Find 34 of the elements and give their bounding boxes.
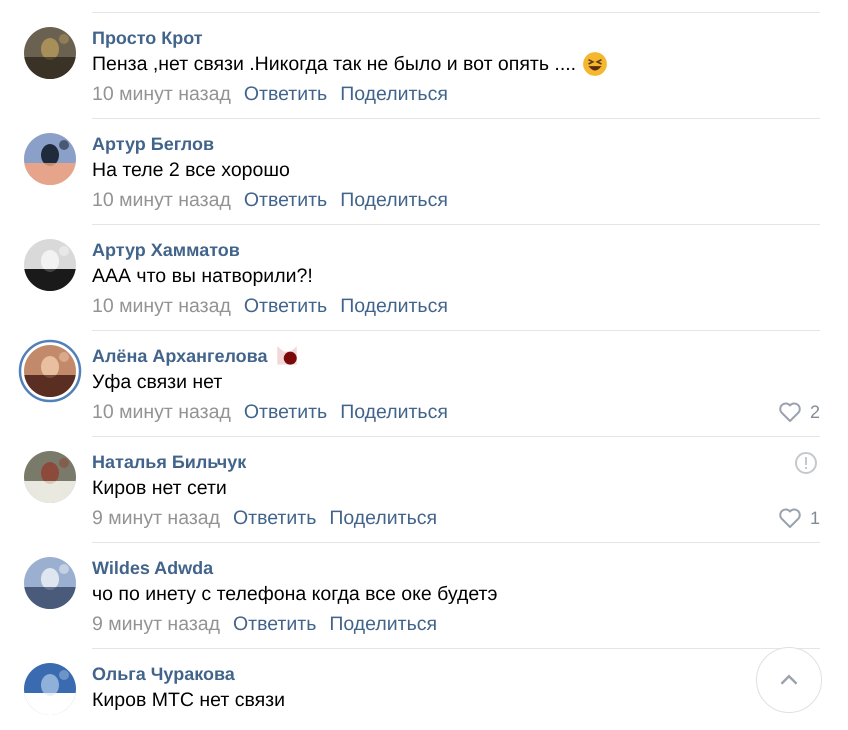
author-name[interactable]: Артур Беглов xyxy=(92,134,214,154)
reply-link[interactable]: Ответить xyxy=(244,189,328,212)
comment-time: 10 минут назад xyxy=(92,189,231,212)
comment-time: 9 минут назад xyxy=(92,507,220,530)
comment-time: 10 минут назад xyxy=(92,83,231,106)
reply-link[interactable]: Ответить xyxy=(233,613,316,636)
share-link[interactable]: Поделиться xyxy=(340,189,448,212)
author-name[interactable]: Алёна Архангелова xyxy=(92,346,268,366)
author-name[interactable]: Артур Хамматов xyxy=(92,240,240,260)
comment-text: На теле 2 все хорошо xyxy=(92,158,290,182)
share-link[interactable]: Поделиться xyxy=(340,401,448,424)
comment-text: Уфа связи нет xyxy=(92,370,222,394)
comment-time: 9 минут назад xyxy=(92,613,220,636)
comment-time: 10 минут назад xyxy=(92,401,231,424)
share-link[interactable]: Поделиться xyxy=(340,295,448,318)
author-name[interactable]: Ольга Чуракова xyxy=(92,664,235,684)
comment-time: 10 минут назад xyxy=(92,295,231,318)
like-button[interactable]: 2 xyxy=(778,401,820,423)
author-name[interactable]: Wildes Adwda xyxy=(92,558,214,578)
comment-text: Киров нет сети xyxy=(92,476,227,500)
comment-text: ААА что вы натворили?! xyxy=(92,264,313,288)
reply-link[interactable]: Ответить xyxy=(244,83,328,106)
share-link[interactable]: Поделиться xyxy=(329,507,438,530)
reply-link[interactable]: Ответить xyxy=(244,401,328,424)
share-link[interactable]: Поделиться xyxy=(329,613,438,636)
share-link[interactable]: Поделиться xyxy=(340,83,448,106)
author-name[interactable]: Наталья Бильчук xyxy=(92,452,246,472)
comment-text: Пенза ,нет связи .Никогда так не было и вот опять .... xyxy=(92,52,576,76)
reply-link[interactable]: Ответить xyxy=(244,295,328,318)
comment-text: Киров МТС нет связи xyxy=(92,688,285,712)
like-button[interactable]: 1 xyxy=(778,507,820,529)
author-name[interactable]: Просто Крот xyxy=(92,28,203,48)
reply-link[interactable]: Ответить xyxy=(233,507,316,530)
comment-text: чо по инету с телефона когда все оке будетэ xyxy=(92,582,498,606)
